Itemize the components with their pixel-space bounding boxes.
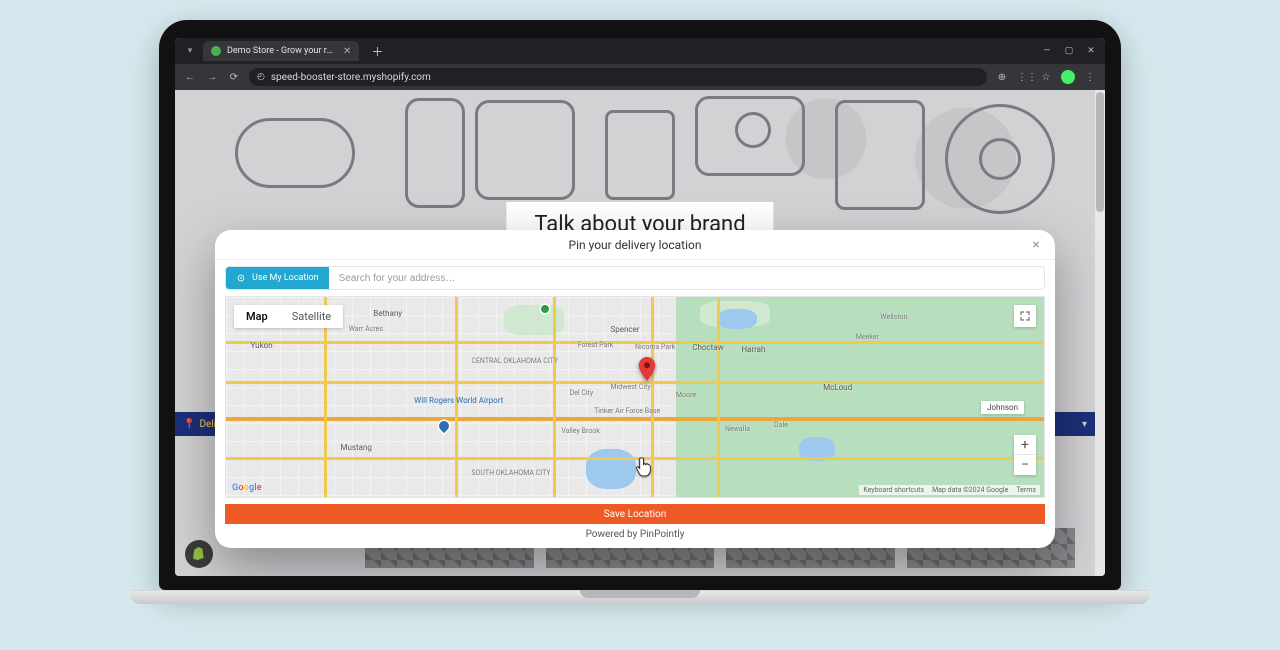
map-place-label: Choctaw [692, 343, 723, 352]
new-tab-button[interactable]: ＋ [365, 43, 389, 60]
google-logo: Google [232, 483, 262, 493]
fullscreen-icon [1019, 310, 1031, 322]
use-my-location-button[interactable]: Use My Location [226, 267, 329, 289]
map-type-map[interactable]: Map [234, 305, 280, 328]
map-place-label: Harrah [741, 345, 765, 354]
map-place-label: Mustang [341, 443, 372, 452]
zoom-in-button[interactable]: + [1014, 435, 1036, 455]
translate-icon[interactable]: ⊕ [995, 72, 1009, 83]
page-content: Talk about your brand 📍 Delivering ▾ [175, 90, 1105, 576]
airport-label: Will Rogers World Airport [414, 397, 503, 406]
page-scrollbar[interactable] [1095, 90, 1105, 576]
laptop-frame: ▾ Demo Store - Grow your reven… ✕ ＋ — ▢ … [140, 20, 1140, 610]
map-place-label: Spencer [610, 325, 639, 334]
screen-bezel: ▾ Demo Store - Grow your reven… ✕ ＋ — ▢ … [159, 20, 1121, 590]
back-button[interactable]: ← [183, 72, 197, 83]
forward-button[interactable]: → [205, 72, 219, 83]
map-place-label: Moore [676, 391, 696, 399]
close-icon: × [1032, 237, 1039, 253]
map-place-label: Yukon [251, 341, 273, 350]
park-marker-icon [541, 305, 549, 313]
laptop-base [130, 590, 1150, 630]
modal-header: Pin your delivery location × [215, 230, 1055, 260]
map-place-label: Dale [774, 421, 788, 429]
map-place-label: Bethany [373, 309, 402, 318]
tab-title: Demo Store - Grow your reven… [227, 46, 337, 56]
address-search-row: Use My Location [225, 266, 1045, 290]
powered-by-label: Powered by PinPointly [215, 524, 1055, 548]
favicon-icon [211, 46, 221, 56]
map-type-satellite[interactable]: Satellite [280, 305, 343, 328]
map-place-label: McLoud [823, 383, 852, 392]
reload-button[interactable]: ⟳ [227, 72, 241, 83]
map-terms-link[interactable]: Terms [1016, 486, 1036, 494]
tab-close-icon[interactable]: ✕ [343, 46, 351, 57]
map-fullscreen-button[interactable] [1014, 305, 1036, 327]
tab-search-icon[interactable]: ▾ [183, 44, 197, 58]
window-close-button[interactable]: ✕ [1085, 46, 1097, 56]
screen: ▾ Demo Store - Grow your reven… ✕ ＋ — ▢ … [175, 38, 1105, 576]
use-my-location-label: Use My Location [252, 273, 319, 283]
zoom-out-button[interactable]: − [1014, 455, 1036, 475]
browser-menu-icon[interactable]: ⋮ [1083, 72, 1097, 83]
scrollbar-thumb[interactable] [1096, 92, 1104, 212]
window-minimize-button[interactable]: — [1041, 46, 1053, 56]
map-place-label: Nicoma Park [635, 343, 675, 351]
map-place-label: Warr Acres [349, 325, 383, 333]
modal-close-button[interactable]: × [1027, 236, 1045, 254]
map-center-pin-icon[interactable] [638, 357, 656, 385]
save-location-label: Save Location [604, 509, 667, 520]
save-location-button[interactable]: Save Location [225, 504, 1045, 524]
modal-title: Pin your delivery location [569, 238, 702, 252]
browser-tab[interactable]: Demo Store - Grow your reven… ✕ [203, 41, 359, 61]
bookmark-icon[interactable]: ☆ [1039, 72, 1053, 83]
address-search-input[interactable] [329, 267, 1044, 289]
extensions-icon[interactable]: ⋮⋮ [1017, 72, 1031, 83]
map-type-toggle: Map Satellite [234, 305, 343, 328]
delivery-location-modal: Pin your delivery location × Use My Loca… [215, 230, 1055, 548]
browser-toolbar: ← → ⟳ ◴ speed-booster-store.myshopify.co… [175, 64, 1105, 90]
map-shortcuts-link[interactable]: Keyboard shortcuts [863, 486, 924, 494]
map-place-label: SOUTH OKLAHOMA CITY [471, 469, 550, 477]
site-info-icon[interactable]: ◴ [257, 72, 265, 82]
address-bar[interactable]: ◴ speed-booster-store.myshopify.com [249, 68, 987, 86]
map-place-label: CENTRAL OKLAHOMA CITY [471, 357, 558, 365]
map-place-label: Del City [570, 389, 594, 397]
map-attribution: Keyboard shortcuts Map data ©2024 Google… [859, 485, 1040, 495]
map-data-label: Map data ©2024 Google [932, 486, 1008, 494]
shopify-badge-icon[interactable] [185, 540, 213, 568]
window-controls: — ▢ ✕ [1041, 46, 1105, 56]
window-maximize-button[interactable]: ▢ [1063, 46, 1075, 56]
map-place-label: Valley Brook [561, 427, 599, 435]
location-pin-icon: 📍 [183, 419, 195, 430]
map-place-label: Wellston [880, 313, 907, 321]
map-zoom-controls: + − [1014, 435, 1036, 475]
url-text: speed-booster-store.myshopify.com [271, 72, 431, 83]
map-tooltip: Johnson [981, 401, 1024, 414]
profile-avatar[interactable] [1061, 70, 1075, 84]
map-place-label: Forest Park [578, 341, 614, 349]
crosshair-icon [236, 273, 246, 283]
map-place-label: Tinker Air Force Base [594, 407, 660, 415]
chevron-down-icon: ▾ [1082, 419, 1087, 430]
map-place-label: Newalla [725, 425, 750, 433]
map-place-label: Meeker [856, 333, 879, 341]
browser-tab-strip: ▾ Demo Store - Grow your reven… ✕ ＋ — ▢ … [175, 38, 1105, 64]
map-canvas[interactable]: Bethany Spencer Forest Park Nicoma Park Choc… [225, 296, 1045, 498]
